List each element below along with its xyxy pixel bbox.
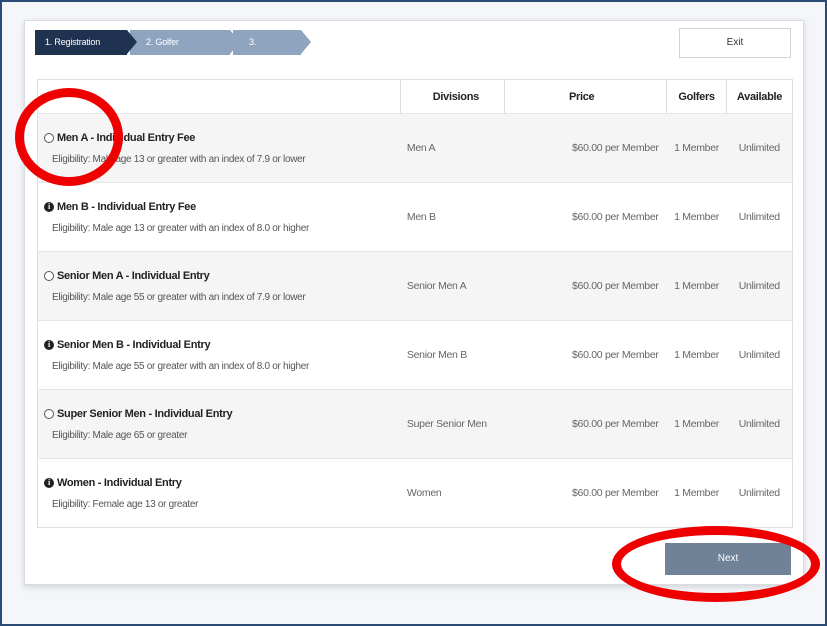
registration-card: 1. Registration Type 2. Golfer Informati… <box>24 20 804 585</box>
entry-table: Divisions Price Golfers Available Men A … <box>37 79 793 528</box>
price-cell: $60.00 per Member <box>504 458 667 528</box>
window-frame: 1. Registration Type 2. Golfer Informati… <box>0 0 827 626</box>
available-cell: Unlimited <box>726 389 793 459</box>
step-payment[interactable]: 3. Payment <box>233 30 311 72</box>
table-row: i Men B - Individual Entry Fee Eligibili… <box>37 182 793 252</box>
available-cell: Unlimited <box>726 182 793 252</box>
header-price: Price <box>504 79 667 114</box>
radio-button[interactable] <box>44 132 54 143</box>
entry-eligibility: Eligibility: Female age 13 or greater <box>52 498 199 510</box>
table-row: Super Senior Men - Individual Entry Elig… <box>37 389 793 459</box>
header-divisions: Divisions <box>400 79 505 114</box>
price-cell: $60.00 per Member <box>504 182 667 252</box>
division-cell: Senior Men A <box>400 251 505 321</box>
entry-cell: Super Senior Men - Individual Entry Elig… <box>37 389 401 459</box>
exit-button[interactable]: Exit <box>679 28 791 58</box>
golfers-cell: 1 Member <box>666 251 727 321</box>
division-cell: Super Senior Men <box>400 389 505 459</box>
step-golfer-information[interactable]: 2. Golfer Information <box>130 30 240 72</box>
entry-eligibility: Eligibility: Male age 55 or greater with… <box>52 291 306 303</box>
entry-title: Men B - Individual Entry Fee <box>57 200 196 213</box>
header-available: Available <box>726 79 793 114</box>
step-label: 1. Registration Type <box>45 37 101 72</box>
header-golfers: Golfers <box>666 79 727 114</box>
entry-cell: Men A - Individual Entry Fee Eligibility… <box>37 113 401 183</box>
entry-cell: i Senior Men B - Individual Entry Eligib… <box>37 320 401 390</box>
entry-title-row: Men A - Individual Entry Fee <box>44 132 401 144</box>
entry-title: Senior Men A - Individual Entry <box>57 269 210 282</box>
radio-button[interactable] <box>44 270 54 281</box>
info-icon[interactable]: i <box>44 201 54 212</box>
available-cell: Unlimited <box>726 458 793 528</box>
division-cell: Senior Men B <box>400 320 505 390</box>
progress-steps: 1. Registration Type 2. Golfer Informati… <box>35 30 311 72</box>
division-cell: Men A <box>400 113 505 183</box>
entry-cell: Senior Men A - Individual Entry Eligibil… <box>37 251 401 321</box>
available-cell: Unlimited <box>726 320 793 390</box>
entry-eligibility: Eligibility: Male age 55 or greater with… <box>52 360 310 372</box>
entry-title-row: i Men B - Individual Entry Fee <box>44 201 401 213</box>
golfers-cell: 1 Member <box>666 458 727 528</box>
golfers-cell: 1 Member <box>666 389 727 459</box>
price-cell: $60.00 per Member <box>504 113 667 183</box>
division-cell: Women <box>400 458 505 528</box>
entry-title: Super Senior Men - Individual Entry <box>57 407 233 420</box>
info-icon[interactable]: i <box>44 339 54 350</box>
division-cell: Men B <box>400 182 505 252</box>
available-cell: Unlimited <box>726 113 793 183</box>
table-header-row: Divisions Price Golfers Available <box>37 79 793 114</box>
price-cell: $60.00 per Member <box>504 251 667 321</box>
entry-title: Senior Men B - Individual Entry <box>57 338 211 351</box>
step-label: 2. Golfer Information <box>146 37 189 72</box>
info-icon[interactable]: i <box>44 477 54 488</box>
entry-title: Women - Individual Entry <box>57 476 182 489</box>
entry-title-row: Super Senior Men - Individual Entry <box>44 408 401 420</box>
entry-eligibility: Eligibility: Male age 13 or greater with… <box>52 153 306 165</box>
golfers-cell: 1 Member <box>666 113 727 183</box>
entry-title-row: i Senior Men B - Individual Entry <box>44 339 401 351</box>
step-label: 3. Payment <box>249 37 284 72</box>
available-cell: Unlimited <box>726 251 793 321</box>
table-row: i Women - Individual Entry Eligibility: … <box>37 458 793 528</box>
price-cell: $60.00 per Member <box>504 389 667 459</box>
entry-cell: i Women - Individual Entry Eligibility: … <box>37 458 401 528</box>
table-row: Senior Men A - Individual Entry Eligibil… <box>37 251 793 321</box>
price-cell: $60.00 per Member <box>504 320 667 390</box>
golfers-cell: 1 Member <box>666 320 727 390</box>
entry-eligibility: Eligibility: Male age 65 or greater <box>52 429 188 441</box>
next-button[interactable]: Next <box>665 543 791 575</box>
entry-title-row: i Women - Individual Entry <box>44 477 401 489</box>
entry-cell: i Men B - Individual Entry Fee Eligibili… <box>37 182 401 252</box>
golfers-cell: 1 Member <box>666 182 727 252</box>
table-row: i Senior Men B - Individual Entry Eligib… <box>37 320 793 390</box>
table-row: Men A - Individual Entry Fee Eligibility… <box>37 113 793 183</box>
entry-title: Men A - Individual Entry Fee <box>57 131 196 144</box>
header-entry <box>37 79 401 114</box>
step-registration-type[interactable]: 1. Registration Type <box>35 30 137 72</box>
radio-button[interactable] <box>44 408 54 419</box>
entry-eligibility: Eligibility: Male age 13 or greater with… <box>52 222 310 234</box>
entry-title-row: Senior Men A - Individual Entry <box>44 270 401 282</box>
